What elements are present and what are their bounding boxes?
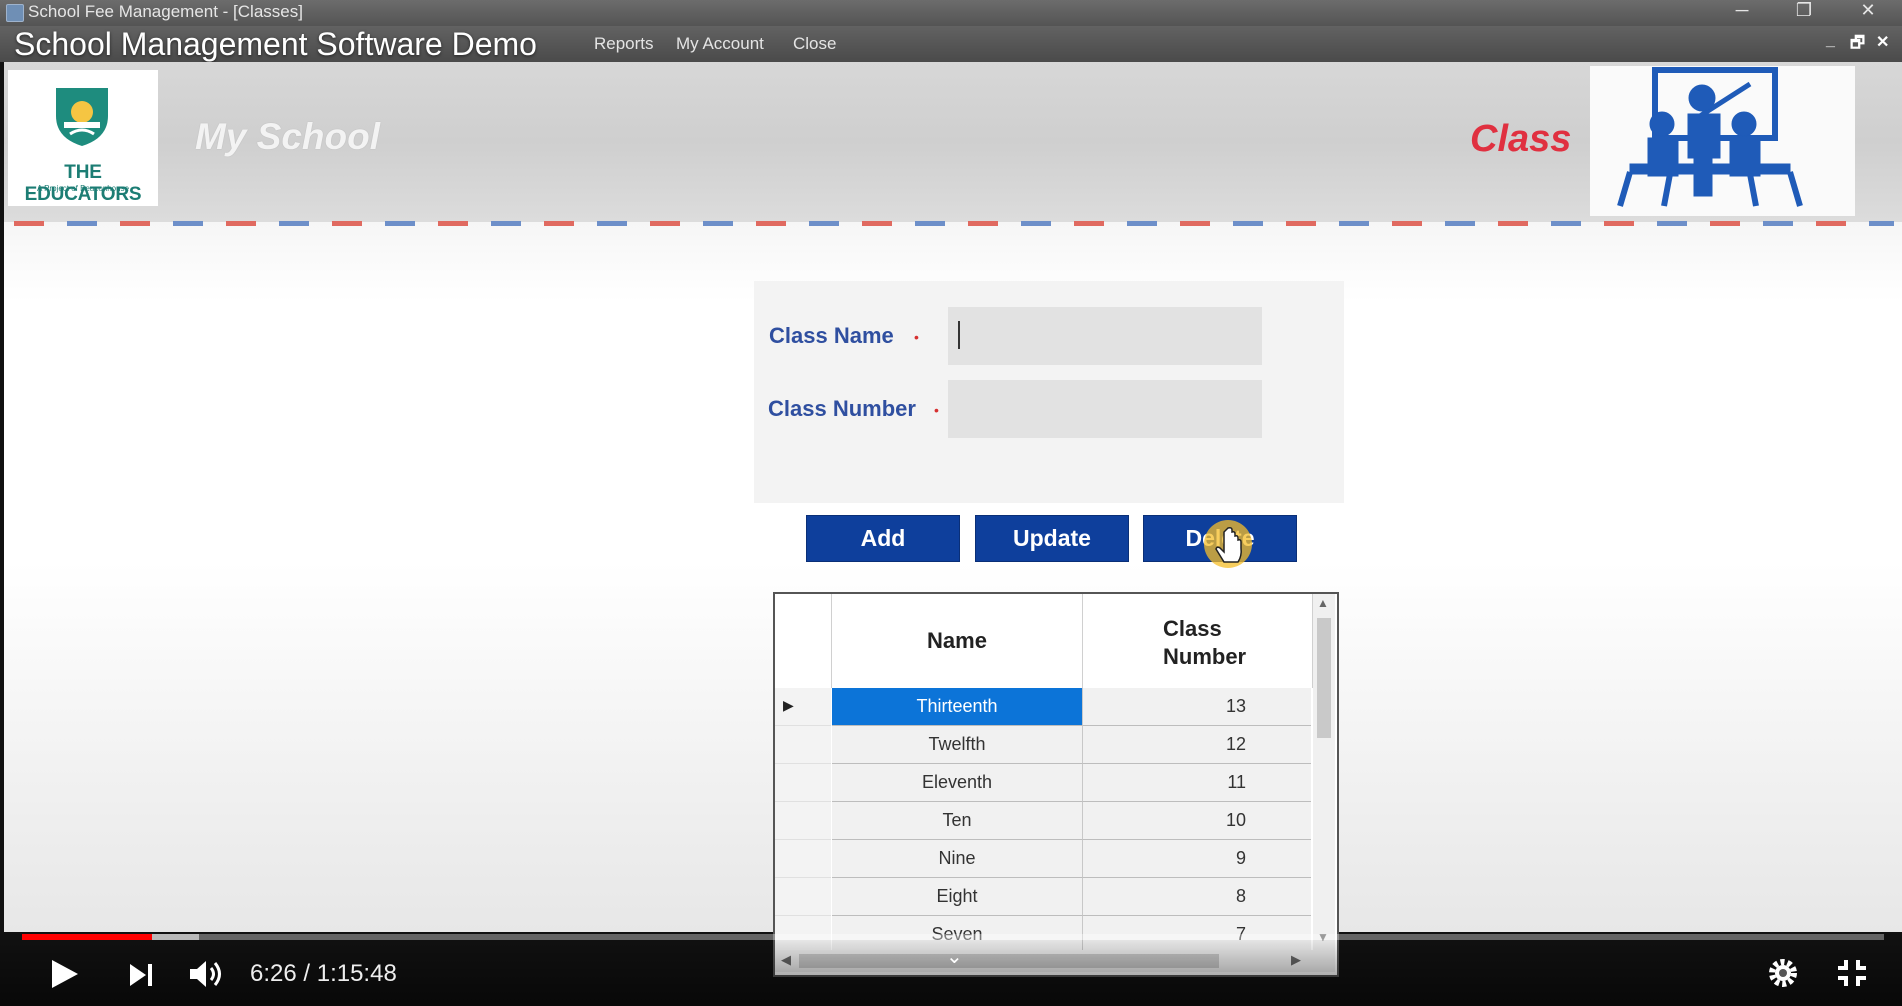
video-time: 6:26 / 1:15:48: [250, 960, 397, 987]
cell-class-number[interactable]: 10: [1083, 802, 1311, 840]
volume-icon[interactable]: [188, 958, 226, 990]
restore-button[interactable]: ❐: [1786, 0, 1822, 22]
next-icon[interactable]: [128, 962, 154, 988]
class-number-value: 10: [1225, 810, 1246, 830]
row-header[interactable]: [775, 764, 831, 802]
menu-my-account[interactable]: My Account: [676, 34, 764, 54]
mdi-restore-button[interactable]: 🗗: [1850, 32, 1865, 59]
menubar: Reports My Account Close _ 🗗 ✕ School Ma…: [0, 26, 1902, 62]
video-title[interactable]: School Management Software Demo: [14, 26, 537, 63]
settings-gear-icon[interactable]: [1766, 956, 1800, 990]
menu-close[interactable]: Close: [793, 34, 836, 54]
video-controls: 6:26 / 1:15:48 ⌄: [0, 940, 1902, 1006]
cell-class-name[interactable]: Nine: [832, 840, 1083, 878]
class-number-value: 11: [1227, 772, 1246, 792]
row-header[interactable]: [775, 878, 831, 916]
column-header-class-number[interactable]: Class Number: [1083, 594, 1313, 688]
cursor-hand-icon: [1204, 520, 1252, 568]
exit-fullscreen-icon[interactable]: [1836, 958, 1868, 988]
teacher-classroom-icon: [1617, 67, 1803, 207]
window-title: School Fee Management - [Classes]: [28, 2, 303, 21]
school-name: My School: [195, 116, 381, 157]
airmail-divider: [14, 221, 1894, 226]
text-caret: [958, 321, 960, 349]
cell-class-number[interactable]: 8: [1083, 878, 1311, 916]
row-header[interactable]: [775, 840, 831, 878]
cell-class-number[interactable]: 12: [1083, 726, 1311, 764]
progress-track[interactable]: [22, 934, 1884, 940]
class-name-input[interactable]: [948, 307, 1262, 365]
required-marker: •: [914, 329, 919, 345]
class-form-panel: Class Name • Class Number •: [754, 281, 1344, 503]
scroll-thumb[interactable]: [1317, 618, 1331, 738]
close-window-button[interactable]: ✕: [1850, 0, 1886, 22]
class-number-value: 8: [1235, 886, 1246, 906]
cell-class-name[interactable]: Eight: [832, 878, 1083, 916]
cell-class-name[interactable]: Twelfth: [832, 726, 1083, 764]
page-title: Class: [1470, 118, 1572, 160]
required-marker: •: [934, 402, 939, 418]
current-row-arrow-icon: ▶: [783, 697, 794, 713]
add-button[interactable]: Add: [806, 515, 960, 562]
class-name-label: Class Name: [769, 323, 894, 348]
column-header-name[interactable]: Name: [832, 594, 1083, 688]
cell-class-number[interactable]: 9: [1083, 840, 1311, 878]
grid-corner-header: [775, 594, 832, 688]
mdi-close-button[interactable]: ✕: [1876, 32, 1889, 52]
crest-icon: [56, 88, 108, 146]
cell-class-number[interactable]: 13: [1083, 688, 1311, 726]
row-header[interactable]: [775, 726, 831, 764]
cell-class-name[interactable]: Eleventh: [832, 764, 1083, 802]
class-number-value: 9: [1235, 848, 1246, 868]
update-button[interactable]: Update: [975, 515, 1129, 562]
cell-class-name[interactable]: Thirteenth: [832, 688, 1083, 726]
menu-reports[interactable]: Reports: [594, 34, 654, 54]
row-header[interactable]: [775, 802, 831, 840]
progress-played[interactable]: [22, 934, 153, 940]
minimize-button[interactable]: ─: [1724, 0, 1760, 22]
mdi-minimize-button[interactable]: _: [1826, 32, 1835, 50]
window-titlebar: School Fee Management - [Classes] ─ ❐ ✕: [0, 0, 1902, 26]
vertical-scrollbar[interactable]: ▲ ▼: [1313, 594, 1335, 972]
cell-class-name[interactable]: Ten: [832, 802, 1083, 840]
classroom-illustration: [1590, 66, 1855, 216]
logo-subtitle: A Project of Beaconhouse: [36, 184, 130, 193]
classes-grid[interactable]: Name Class Number ▶ Thirteenth 13 Twelfth 12…: [773, 592, 1339, 977]
class-number-input[interactable]: [948, 380, 1262, 438]
chevron-down-icon[interactable]: ⌄: [946, 944, 963, 969]
row-header[interactable]: ▶: [775, 688, 831, 726]
cell-class-number[interactable]: 11: [1083, 764, 1311, 802]
play-icon[interactable]: [50, 958, 80, 990]
scroll-up-icon[interactable]: ▲: [1317, 596, 1329, 610]
class-number-value: 13: [1225, 696, 1246, 716]
class-number-label: Class Number: [768, 396, 916, 421]
school-logo: THE EDUCATORS A Project of Beaconhouse: [8, 70, 158, 206]
class-number-value: 12: [1225, 734, 1246, 754]
app-icon: [6, 4, 24, 22]
